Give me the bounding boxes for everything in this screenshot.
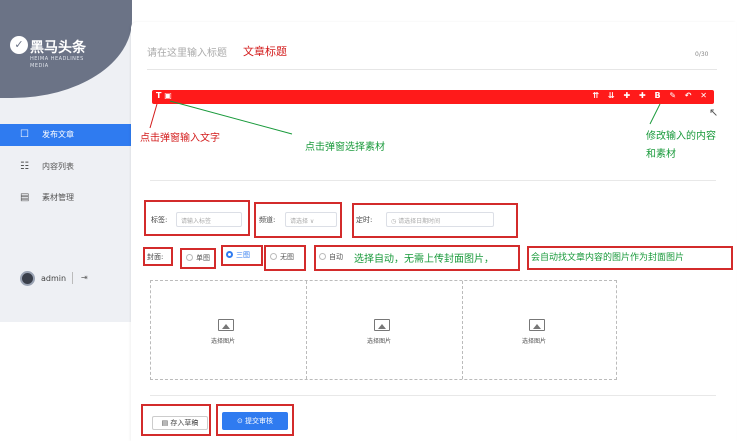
- brand-subtitle-line1: HEIMA HEADLINES: [30, 56, 84, 62]
- tag-label: 标签:: [151, 216, 168, 224]
- radio-selected-icon: [226, 251, 233, 258]
- divider: [150, 395, 716, 396]
- annotation-modify: 修改输入的内容 和素材: [646, 127, 716, 160]
- sidebar-item-label: 素材管理: [42, 193, 74, 202]
- avatar[interactable]: [20, 271, 35, 286]
- channel-select[interactable]: 请选择 ∨: [285, 212, 337, 227]
- add-image-icon: [529, 319, 545, 331]
- radio-icon: [270, 253, 277, 260]
- save-draft-button[interactable]: ▤ 存入草稿: [152, 416, 208, 430]
- cover-option-label: 三图: [236, 251, 250, 259]
- toolbar-edit-icons[interactable]: ⇈ ⇊ ✚ ✚ B ✎ ↶ ✕: [592, 91, 710, 100]
- cover-option-label: 自动: [329, 253, 343, 261]
- cover-option-none[interactable]: 无图: [270, 252, 294, 262]
- image-upload-slot-2[interactable]: 选择图片: [307, 281, 463, 379]
- add-image-icon: [218, 319, 234, 331]
- annotation-modify-line2: 和素材: [646, 149, 676, 160]
- logout-icon[interactable]: ⇥: [81, 273, 88, 282]
- annotation-auto-cover-tail: 会自动找文章内容的图片作为封面图片: [531, 253, 685, 263]
- user-name: admin: [41, 274, 67, 283]
- logo-icon: ✓: [10, 36, 28, 54]
- divider: [72, 272, 73, 284]
- divider: [147, 69, 717, 70]
- tag-input[interactable]: 请输入标签: [176, 212, 242, 227]
- image-upload-slot-1[interactable]: 选择图片: [151, 281, 307, 379]
- sidebar-item-materials[interactable]: ▤ 素材管理: [0, 187, 132, 209]
- sidebar-item-label: 内容列表: [42, 162, 74, 171]
- annotation-auto-cover: 选择自动，无需上传封面图片，: [354, 254, 494, 265]
- radio-icon: [186, 254, 193, 261]
- edit-icon: ☐: [20, 129, 29, 140]
- sidebar-item-content-list[interactable]: ☷ 内容列表: [0, 156, 132, 178]
- image-icon: ▤: [20, 192, 30, 203]
- brand-subtitle-line2: MEDIA: [30, 63, 49, 69]
- submit-review-button[interactable]: ⊙ 提交审核: [222, 412, 288, 430]
- cover-label: 封面:: [147, 253, 164, 261]
- cover-upload-area: 选择图片 选择图片 选择图片: [150, 280, 617, 380]
- title-input[interactable]: 请在这里输入标题: [147, 44, 227, 59]
- brand-title: 黑马头条: [30, 40, 86, 56]
- add-image-icon: [374, 319, 390, 331]
- schedule-datetime-picker[interactable]: ◷ 请选择日期时间: [386, 212, 494, 227]
- cover-option-three[interactable]: 三图: [226, 250, 250, 260]
- cover-option-label: 单图: [196, 254, 210, 262]
- annotation-popup-text: 点击弹窗输入文字: [140, 133, 220, 144]
- sidebar: ✓ 黑马头条 HEIMA HEADLINES MEDIA ☐ 发布文章 ☷ 内容…: [0, 0, 132, 322]
- annotation-modify-line1: 修改输入的内容: [646, 131, 716, 142]
- annotation-popup-material: 点击弹窗选择素材: [305, 142, 385, 153]
- slot-label: 选择图片: [522, 338, 547, 345]
- channel-label: 频道:: [259, 216, 276, 224]
- cursor-icon: ↖: [709, 106, 719, 119]
- radio-icon: [319, 253, 326, 260]
- sidebar-item-label: 发布文章: [42, 130, 74, 139]
- divider: [150, 180, 716, 181]
- editor-toolbar[interactable]: T ▣ ⇈ ⇊ ✚ ✚ B ✎ ↶ ✕: [152, 90, 714, 104]
- brand-subtitle: HEIMA HEADLINES MEDIA: [30, 56, 84, 70]
- title-counter: 0/30: [695, 51, 709, 58]
- schedule-label: 定时:: [356, 216, 373, 224]
- cover-option-label: 无图: [280, 253, 294, 261]
- sidebar-item-publish[interactable]: ☐ 发布文章: [0, 124, 132, 146]
- list-icon: ☷: [20, 161, 29, 172]
- cover-option-auto[interactable]: 自动: [319, 252, 343, 262]
- toolbar-text-image-icons[interactable]: T ▣: [156, 91, 172, 100]
- slot-label: 选择图片: [367, 338, 392, 345]
- slot-label: 选择图片: [211, 338, 236, 345]
- image-upload-slot-3[interactable]: 选择图片: [462, 281, 618, 379]
- title-annotation: 文章标题: [243, 45, 287, 58]
- logo-block: ✓ 黑马头条 HEIMA HEADLINES MEDIA: [0, 0, 132, 98]
- cover-option-single[interactable]: 单图: [186, 253, 210, 263]
